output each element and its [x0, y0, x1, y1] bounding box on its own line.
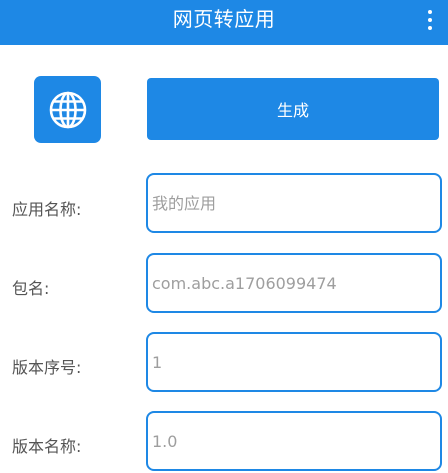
version-name-label: 版本名称: [12, 437, 82, 456]
globe-icon [49, 91, 86, 128]
app-name-field[interactable] [146, 173, 442, 233]
app-bar: 网页转应用 [0, 0, 448, 45]
version-code-label: 版本序号: [12, 358, 82, 377]
page-title: 网页转应用 [172, 7, 276, 31]
generate-button[interactable]: 生成 [147, 78, 439, 140]
package-name-field[interactable] [146, 253, 442, 313]
app-icon-button[interactable] [34, 76, 101, 143]
version-code-field[interactable] [146, 332, 442, 392]
more-vertical-icon[interactable] [422, 5, 438, 35]
screen: 网页转应用 生成 应用名称: 包名: 版本序号: 版本名称: [0, 0, 448, 473]
version-name-field[interactable] [146, 411, 442, 471]
app-name-label: 应用名称: [12, 200, 82, 219]
package-name-label: 包名: [12, 279, 50, 298]
